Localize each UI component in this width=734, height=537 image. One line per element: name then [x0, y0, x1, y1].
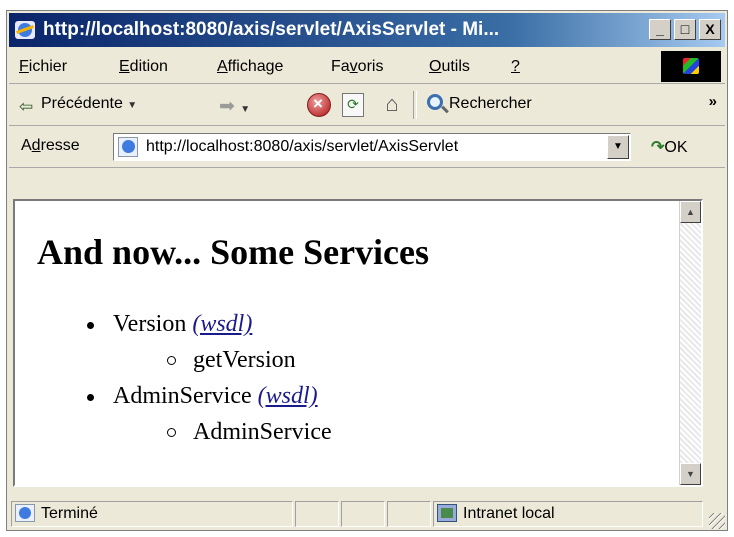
menu-fichier-rest: ichier: [28, 58, 68, 75]
toolbar-separator: [413, 91, 417, 119]
menu-affichage-key: A: [217, 58, 228, 75]
bullet: [87, 394, 94, 401]
browser-window: http://localhost:8080/axis/servlet/AxisS…: [6, 10, 728, 531]
menu-outils-key: O: [429, 58, 442, 75]
menu-fichier[interactable]: Fichier: [19, 58, 67, 76]
vertical-scrollbar[interactable]: ▲ ▼: [679, 201, 701, 485]
go-button[interactable]: ↷OK: [651, 137, 688, 157]
bullet: [87, 322, 94, 329]
stop-icon[interactable]: [307, 93, 331, 117]
menu-help-label: ?: [511, 58, 520, 75]
menu-favoris-pre: Fa: [331, 58, 350, 75]
ie-logo-icon[interactable]: [15, 21, 35, 39]
page-title: And now... Some Services: [37, 232, 430, 272]
service-line: AdminService (wsdl): [113, 383, 318, 410]
address-dropdown-button[interactable]: ▼: [607, 135, 629, 159]
menu-edition-rest: dition: [129, 58, 168, 75]
toolbar-more-button[interactable]: »: [709, 93, 717, 110]
service-name: AdminService: [113, 383, 252, 409]
wsdl-link[interactable]: (wsdl): [258, 383, 318, 409]
menu-edition-key: E: [119, 58, 130, 75]
title-bar[interactable]: http://localhost:8080/axis/servlet/AxisS…: [9, 13, 725, 47]
wsdl-link[interactable]: (wsdl): [192, 311, 252, 337]
menu-outils-rest: utils: [441, 58, 470, 75]
menu-edition[interactable]: Edition: [119, 58, 168, 76]
address-input[interactable]: http://localhost:8080/axis/servlet/AxisS…: [113, 133, 631, 161]
address-label-pre: A: [21, 137, 32, 154]
window-title: http://localhost:8080/axis/servlet/AxisS…: [43, 19, 500, 40]
menu-bar: Fichier Edition Affichage Favoris Outils…: [9, 51, 725, 84]
close-button[interactable]: X: [699, 19, 721, 40]
refresh-icon[interactable]: ⟳: [342, 93, 364, 117]
sub-bullet: [167, 356, 176, 365]
forward-dropdown-icon[interactable]: ▼: [240, 104, 250, 115]
address-bar: Adresse http://localhost:8080/axis/servl…: [9, 127, 725, 168]
operation-item: getVersion: [193, 347, 296, 373]
resize-grip[interactable]: [709, 513, 725, 529]
menu-outils[interactable]: Outils: [429, 58, 470, 76]
back-button[interactable]: Précédente ▼: [41, 95, 137, 113]
address-label-key: d: [31, 137, 41, 154]
home-icon[interactable]: ⌂: [380, 92, 404, 116]
forward-arrow-icon[interactable]: ➡ ▼: [219, 95, 250, 118]
maximize-button[interactable]: □: [674, 19, 696, 40]
status-cell: [387, 501, 431, 527]
address-label: Adresse: [21, 137, 80, 155]
menu-favoris[interactable]: Favoris: [331, 58, 383, 76]
status-bar: Terminé Intranet local: [9, 497, 725, 529]
menu-affichage[interactable]: Affichage: [217, 58, 283, 76]
scroll-up-button[interactable]: ▲: [680, 201, 701, 223]
status-zone: Intranet local: [463, 505, 555, 522]
search-button[interactable]: Rechercher: [449, 95, 532, 113]
back-button-label: Précédente: [41, 95, 123, 112]
page-content: And now... Some Services Version (wsdl) …: [13, 199, 703, 487]
menu-help[interactable]: ?: [511, 58, 520, 76]
address-url[interactable]: http://localhost:8080/axis/servlet/AxisS…: [146, 138, 458, 156]
go-arrow-icon: ↷: [651, 139, 665, 156]
address-label-rest: resse: [40, 137, 80, 154]
search-icon[interactable]: [427, 94, 443, 110]
operation-item: AdminService: [193, 419, 332, 445]
status-cell: [341, 501, 385, 527]
minimize-button[interactable]: _: [649, 19, 671, 40]
status-cell: [295, 501, 339, 527]
page-icon: [118, 137, 138, 157]
menu-favoris-key: v: [349, 58, 358, 75]
zone-icon: [437, 504, 457, 522]
menu-favoris-rest: oris: [357, 58, 384, 75]
page-status-icon: [15, 504, 35, 522]
status-text: Terminé: [41, 505, 98, 522]
menu-affichage-rest: ffichage: [227, 58, 284, 75]
menu-fichier-key: F: [19, 58, 29, 75]
back-dropdown-icon[interactable]: ▼: [127, 100, 137, 111]
scroll-down-button[interactable]: ▼: [680, 463, 701, 485]
windows-logo-icon: [661, 51, 721, 82]
service-name: Version: [113, 311, 187, 337]
back-arrow-icon[interactable]: ⇦: [19, 97, 33, 117]
service-line: Version (wsdl): [113, 311, 252, 338]
sub-bullet: [167, 428, 176, 437]
go-button-label: OK: [664, 139, 688, 156]
windows-flag: [683, 58, 699, 74]
toolbar: ⇦ Précédente ▼ ➡ ▼ ⟳ ⌂ Rechercher »: [9, 85, 725, 126]
